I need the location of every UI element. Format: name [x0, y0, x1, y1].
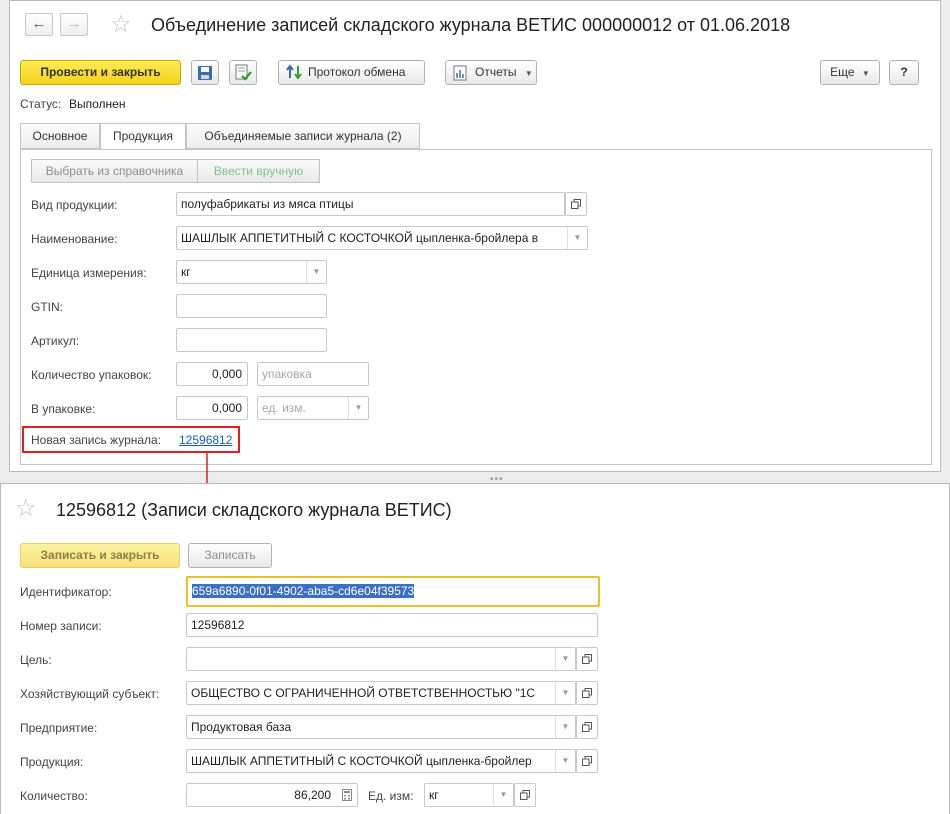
- post-and-close-button[interactable]: Провести и закрыть: [20, 60, 181, 85]
- save-and-close-button[interactable]: Записать и закрыть: [20, 543, 180, 568]
- new-record-link[interactable]: 12596812: [179, 433, 232, 447]
- post-document-icon: [235, 64, 252, 81]
- reports-label: Отчеты: [475, 65, 517, 79]
- calculator-icon[interactable]: [337, 784, 357, 806]
- back-button[interactable]: ←: [25, 13, 53, 36]
- pack-type-field[interactable]: упаковка: [257, 362, 369, 386]
- business-entity-label: Хозяйствующий субъект:: [20, 687, 160, 701]
- open-window-icon: [571, 199, 581, 209]
- chevron-down-icon[interactable]: ▼: [348, 397, 368, 419]
- chevron-down-icon[interactable]: ▼: [555, 682, 575, 704]
- gtin-field[interactable]: [176, 294, 327, 318]
- open-window-icon: [582, 654, 592, 664]
- document-window: ← → ☆ Объединение записей складского жур…: [9, 0, 941, 472]
- select-from-catalog-button[interactable]: Выбрать из справочника: [31, 159, 198, 183]
- record-number-label: Номер записи:: [20, 619, 102, 633]
- identifier-value: 659a6890-0f01-4902-aba5-cd6e04f39573: [192, 584, 415, 598]
- exchange-arrows-icon: [286, 64, 302, 80]
- uom-value: кг: [429, 788, 439, 802]
- open-window-icon: [582, 756, 592, 766]
- product-type-field[interactable]: полуфабрикаты из мяса птицы: [176, 192, 565, 216]
- open-window-icon: [582, 688, 592, 698]
- enter-manually-button[interactable]: Ввести вручную: [197, 159, 320, 183]
- chevron-down-icon[interactable]: ▼: [555, 750, 575, 772]
- enterprise-label: Предприятие:: [20, 721, 98, 735]
- chevron-down-icon[interactable]: ▼: [306, 261, 326, 283]
- gtin-label: GTIN:: [31, 300, 63, 314]
- chevron-down-icon[interactable]: ▼: [555, 716, 575, 738]
- unit-label: Единица измерения:: [31, 266, 147, 280]
- goal-label: Цель:: [20, 653, 52, 667]
- exchange-log-button[interactable]: Протокол обмена: [278, 60, 425, 85]
- chevron-down-icon: ▼: [861, 69, 870, 78]
- identifier-label: Идентификатор:: [20, 585, 112, 599]
- window-title: 12596812 (Записи складского журнала ВЕТИ…: [56, 500, 452, 520]
- floppy-disk-icon: [198, 66, 212, 80]
- save-button[interactable]: [191, 60, 219, 85]
- name-label: Наименование:: [31, 232, 118, 246]
- in-pack-unit-placeholder: ед. изм.: [262, 401, 306, 415]
- enterprise-value: Продуктовая база: [191, 720, 292, 734]
- in-pack-unit-field[interactable]: ед. изм. ▼: [257, 396, 369, 420]
- quantity-field[interactable]: 86,200: [186, 783, 358, 807]
- chevron-down-icon: ▼: [524, 69, 533, 78]
- status-value: Выполнен: [69, 97, 126, 111]
- new-record-label: Новая запись журнала:: [31, 433, 162, 447]
- help-button[interactable]: ?: [889, 60, 919, 85]
- unit-field[interactable]: кг ▼: [176, 260, 327, 284]
- quantity-label: Количество:: [20, 789, 88, 803]
- chevron-down-icon[interactable]: ▼: [555, 648, 575, 670]
- product-field[interactable]: ШАШЛЫК АППЕТИТНЫЙ С КОСТОЧКОЙ цыпленка-б…: [186, 749, 576, 773]
- forward-button[interactable]: →: [60, 13, 88, 36]
- window-title: Объединение записей складского журнала В…: [151, 15, 791, 35]
- reports-button[interactable]: Отчеты ▼: [445, 60, 537, 85]
- open-goal-button[interactable]: [576, 647, 598, 671]
- tab-merged-records[interactable]: Объединяемые записи журнала (2): [186, 123, 420, 149]
- save-record-button[interactable]: Записать: [188, 543, 272, 568]
- chevron-down-icon[interactable]: ▼: [493, 784, 513, 806]
- in-pack-field[interactable]: 0,000: [176, 396, 248, 420]
- favorite-star-icon[interactable]: ☆: [15, 497, 37, 521]
- pack-count-label: Количество упаковок:: [31, 368, 152, 382]
- status-label: Статус:: [20, 97, 62, 111]
- chevron-down-icon[interactable]: ▼: [567, 227, 587, 249]
- open-uom-button[interactable]: [514, 783, 536, 807]
- record-window: ☆ 12596812 (Записи складского журнала ВЕ…: [0, 483, 950, 814]
- name-field[interactable]: ШАШЛЫК АППЕТИТНЫЙ С КОСТОЧКОЙ цыпленка-б…: [176, 226, 588, 250]
- unit-value: кг: [181, 265, 191, 279]
- more-button[interactable]: Еще ▼: [820, 60, 880, 85]
- reports-icon: [453, 65, 467, 81]
- article-field[interactable]: [176, 328, 327, 352]
- open-window-icon: [520, 790, 530, 800]
- open-product-type-button[interactable]: [565, 192, 587, 216]
- favorite-star-icon[interactable]: ☆: [110, 13, 132, 37]
- in-pack-label: В упаковке:: [31, 402, 96, 416]
- open-enterprise-button[interactable]: [576, 715, 598, 739]
- product-type-label: Вид продукции:: [31, 198, 118, 212]
- tab-main[interactable]: Основное: [20, 123, 100, 149]
- more-label: Еще: [830, 65, 855, 79]
- tab-products[interactable]: Продукция: [100, 123, 186, 150]
- pack-count-field[interactable]: 0,000: [176, 362, 248, 386]
- identifier-field[interactable]: 659a6890-0f01-4902-aba5-cd6e04f39573: [186, 576, 600, 607]
- open-product-button[interactable]: [576, 749, 598, 773]
- enterprise-field[interactable]: Продуктовая база ▼: [186, 715, 576, 739]
- record-number-field[interactable]: 12596812: [186, 613, 598, 637]
- uom-field[interactable]: кг ▼: [424, 783, 514, 807]
- product-label: Продукция:: [20, 755, 84, 769]
- business-entity-value: ОБЩЕСТВО С ОГРАНИЧЕННОЙ ОТВЕТСТВЕННОСТЬЮ…: [191, 686, 536, 700]
- exchange-log-label: Протокол обмена: [308, 65, 406, 79]
- business-entity-field[interactable]: ОБЩЕСТВО С ОГРАНИЧЕННОЙ ОТВЕТСТВЕННОСТЬЮ…: [186, 681, 576, 705]
- post-button[interactable]: [229, 60, 257, 85]
- goal-field[interactable]: ▼: [186, 647, 576, 671]
- uom-label: Ед. изм:: [368, 789, 414, 803]
- name-value: ШАШЛЫК АППЕТИТНЫЙ С КОСТОЧКОЙ цыпленка-б…: [181, 231, 539, 245]
- open-window-icon: [582, 722, 592, 732]
- quantity-value: 86,200: [294, 788, 331, 802]
- open-business-entity-button[interactable]: [576, 681, 598, 705]
- product-value: ШАШЛЫК АППЕТИТНЫЙ С КОСТОЧКОЙ цыпленка-б…: [191, 754, 532, 768]
- article-label: Артикул:: [31, 334, 80, 348]
